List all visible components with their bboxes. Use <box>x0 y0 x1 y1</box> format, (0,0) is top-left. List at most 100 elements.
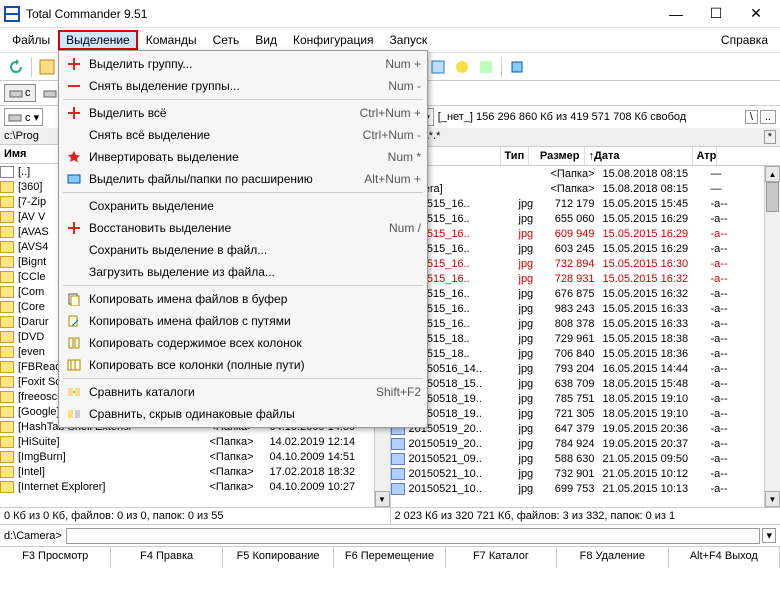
list-item[interactable]: 20150518_15..jpg638 70918.05.2015 15:48-… <box>391 376 765 391</box>
list-item[interactable]: 20150521_09..jpg588 63021.05.2015 09:50-… <box>391 451 765 466</box>
item-size: 732 901 <box>543 468 599 480</box>
fkey-f6[interactable]: F6 Перемещение <box>334 547 445 568</box>
item-ext: jpg <box>515 468 543 480</box>
path-up-button[interactable]: .. <box>760 110 776 124</box>
list-item[interactable]: [HiSuite]<Папка>14.02.2019 12:14 <box>0 434 374 449</box>
item-ext: jpg <box>515 348 543 360</box>
list-item[interactable]: 150515_16..jpg712 17915.05.2015 15:45-a-… <box>391 196 765 211</box>
col-size[interactable]: Размер <box>529 147 585 165</box>
list-item[interactable]: 20150519_20..jpg647 37919.05.2015 20:36-… <box>391 421 765 436</box>
menu-item[interactable]: Сохранить выделение <box>61 195 425 217</box>
menu-commands[interactable]: Команды <box>138 30 205 50</box>
item-ext: jpg <box>515 228 543 240</box>
maximize-button[interactable]: ☐ <box>696 1 736 27</box>
left-status: 0 Кб из 0 Кб, файлов: 0 из 0, папок: 0 и… <box>0 507 390 524</box>
item-size: 609 949 <box>543 228 599 240</box>
menu-item[interactable]: Сравнить, скрыв одинаковые файлы <box>61 403 425 425</box>
tool-icon[interactable] <box>506 56 528 78</box>
list-item[interactable]: 20150516_14..jpg793 20416.05.2015 14:44-… <box>391 361 765 376</box>
compare-hide-icon <box>65 406 83 422</box>
tool-icon[interactable] <box>475 56 497 78</box>
list-item[interactable]: 150515_18..jpg729 96115.05.2015 18:38-a-… <box>391 331 765 346</box>
fkey-f5[interactable]: F5 Копирование <box>223 547 334 568</box>
list-item[interactable]: 150515_16..jpg655 06015.05.2015 16:29-a-… <box>391 211 765 226</box>
menu-net[interactable]: Сеть <box>205 30 248 50</box>
tool-icon[interactable] <box>36 56 58 78</box>
menu-item[interactable]: Выделить всёCtrl+Num + <box>61 102 425 124</box>
menu-files[interactable]: Файлы <box>4 30 58 50</box>
list-item[interactable]: amera]<Папка>15.08.2018 08:15— <box>391 181 765 196</box>
list-item[interactable]: 20150519_20..jpg784 92419.05.2015 20:37-… <box>391 436 765 451</box>
item-date: 15.05.2015 16:29 <box>599 228 707 240</box>
cmdline-dropdown-icon[interactable]: ▾ <box>762 528 776 543</box>
item-size: 729 961 <box>543 333 599 345</box>
list-item[interactable]: 20150518_19..jpg785 75118.05.2015 19:10-… <box>391 391 765 406</box>
menu-run[interactable]: Запуск <box>382 30 436 50</box>
list-item[interactable]: 150515_16..jpg728 93115.05.2015 16:32-a-… <box>391 271 765 286</box>
fkey-f8[interactable]: F8 Удаление <box>557 547 668 568</box>
list-item[interactable]: [Intel]<Папка>17.02.2018 18:32 <box>0 464 374 479</box>
item-attr: -a-- <box>707 198 731 210</box>
list-item[interactable]: 150515_16..jpg603 24515.05.2015 16:29-a-… <box>391 241 765 256</box>
list-item[interactable]: 150515_18..jpg706 84015.05.2015 18:36-a-… <box>391 346 765 361</box>
plus-red-icon <box>65 56 83 72</box>
menu-view[interactable]: Вид <box>247 30 285 50</box>
tool-icon[interactable] <box>427 56 449 78</box>
item-date: 15.05.2015 16:29 <box>599 243 707 255</box>
item-size: 676 875 <box>543 288 599 300</box>
list-item[interactable]: 20150521_10..jpg699 75321.05.2015 10:13-… <box>391 481 765 496</box>
menu-item[interactable]: Копировать имена файлов в буфер <box>61 288 425 310</box>
path-dropdown-icon[interactable]: * <box>764 130 776 144</box>
right-path[interactable]: amera\*.* <box>395 130 762 144</box>
list-item[interactable]: 150515_16..jpg732 89415.05.2015 16:30-a-… <box>391 256 765 271</box>
item-date: 16.05.2015 14:44 <box>599 363 707 375</box>
list-item[interactable]: 150515_16..jpg609 94915.05.2015 16:29-a-… <box>391 226 765 241</box>
menu-item[interactable]: Сравнить каталогиShift+F2 <box>61 381 425 403</box>
menu-item[interactable]: Снять всё выделениеCtrl+Num - <box>61 124 425 146</box>
col-date[interactable]: ↑Дата <box>585 147 693 165</box>
list-item[interactable]: 20150521_10..jpg732 90121.05.2015 10:12-… <box>391 466 765 481</box>
menu-help[interactable]: Справка <box>713 30 776 50</box>
item-attr: — <box>707 168 731 180</box>
list-item[interactable]: [ImgBurn]<Папка>04.10.2009 14:51 <box>0 449 374 464</box>
item-name: [Internet Explorer] <box>14 481 206 493</box>
menu-item[interactable]: Загрузить выделение из файла... <box>61 261 425 283</box>
refresh-icon[interactable] <box>5 56 27 78</box>
cmdline-input[interactable] <box>66 528 761 544</box>
menu-item[interactable]: Снять выделение группы...Num - <box>61 75 425 97</box>
fkey-f7[interactable]: F7 Каталог <box>446 547 557 568</box>
minimize-button[interactable]: — <box>656 1 696 27</box>
path-root-button[interactable]: \ <box>745 110 758 124</box>
right-col-header[interactable]: Тип Размер ↑Дата Атрибуты <box>391 147 780 166</box>
fkey-f3[interactable]: F3 Просмотр <box>0 547 111 568</box>
tool-icon[interactable] <box>451 56 473 78</box>
item-attr: — <box>707 183 731 195</box>
list-item[interactable]: <Папка>15.08.2018 08:15— <box>391 166 765 181</box>
col-type[interactable]: Тип <box>501 147 529 165</box>
list-item[interactable]: 150515_16..jpg808 37815.05.2015 16:33-a-… <box>391 316 765 331</box>
list-item[interactable]: 150515_16..jpg676 87515.05.2015 16:32-a-… <box>391 286 765 301</box>
menu-item[interactable]: Выделить группу...Num + <box>61 53 425 75</box>
col-attr[interactable]: Атрибуты <box>693 147 717 165</box>
left-drive-combo[interactable]: c ▾ <box>4 108 43 126</box>
drive-c[interactable]: c <box>4 84 36 102</box>
menu-item[interactable]: Выделить файлы/папки по расширениюAlt+Nu… <box>61 168 425 190</box>
menu-item[interactable]: Сохранить выделение в файл... <box>61 239 425 261</box>
list-item[interactable]: 150515_16..jpg983 24315.05.2015 16:33-a-… <box>391 301 765 316</box>
menu-item[interactable]: Копировать все колонки (полные пути) <box>61 354 425 376</box>
right-scrollbar[interactable]: ▲ ▼ <box>764 166 780 507</box>
fkey-f4[interactable]: F4 Правка <box>111 547 222 568</box>
menu-config[interactable]: Конфигурация <box>285 30 382 50</box>
close-button[interactable]: ✕ <box>736 1 776 27</box>
menu-item[interactable]: Копировать имена файлов с путями <box>61 310 425 332</box>
right-rows[interactable]: <Папка>15.08.2018 08:15—amera]<Папка>15.… <box>391 166 765 507</box>
list-item[interactable]: [Internet Explorer]<Папка>04.10.2009 10:… <box>0 479 374 494</box>
list-item[interactable]: 20150518_19..jpg721 30518.05.2015 19:10-… <box>391 406 765 421</box>
menu-selection[interactable]: Выделение <box>58 30 138 50</box>
fkey-altf4[interactable]: Alt+F4 Выход <box>669 547 780 568</box>
menu-item[interactable]: Инвертировать выделениеNum * <box>61 146 425 168</box>
item-attr: -a-- <box>707 333 731 345</box>
menu-item[interactable]: Копировать содержимое всех колонок <box>61 332 425 354</box>
item-size: <Папка> <box>543 168 599 180</box>
menu-item[interactable]: Восстановить выделениеNum / <box>61 217 425 239</box>
